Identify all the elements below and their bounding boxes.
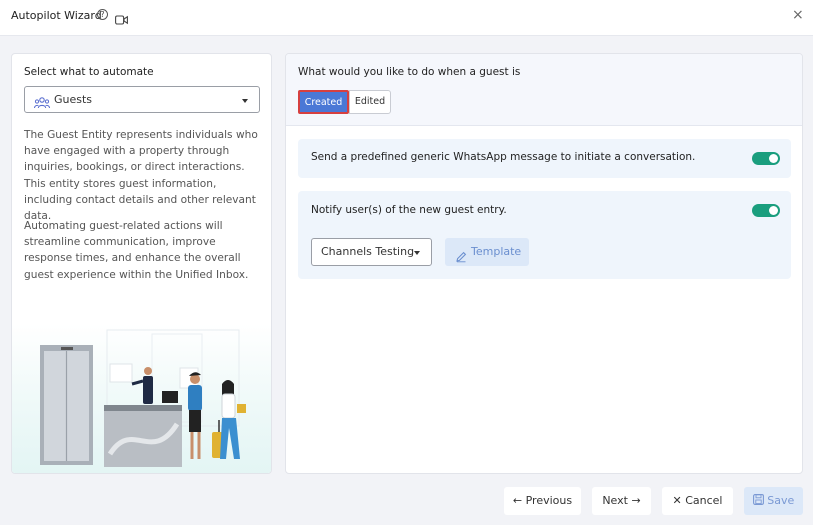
tab-created[interactable]: Created xyxy=(298,90,349,114)
hotel-reception-illustration xyxy=(12,324,271,473)
template-button-label: Template xyxy=(471,245,522,258)
save-button[interactable]: Save xyxy=(744,487,803,515)
next-button[interactable]: Next → xyxy=(592,487,651,515)
close-icon[interactable]: × xyxy=(792,8,804,22)
tab-edited[interactable]: Edited xyxy=(349,90,391,114)
whatsapp-action-panel: Send a predefined generic WhatsApp messa… xyxy=(298,139,791,178)
chevron-down-icon xyxy=(414,251,420,255)
entity-select-value: Guests xyxy=(54,93,93,106)
toggle-knob xyxy=(769,206,778,215)
entity-panel: Select what to automate Guests The Guest… xyxy=(11,53,272,474)
trigger-header: What would you like to do when a guest i… xyxy=(286,54,802,126)
wizard-header: Autopilot Wizard ? × xyxy=(0,0,813,36)
entity-select[interactable]: Guests xyxy=(24,86,260,113)
next-button-label: Next xyxy=(602,494,628,507)
save-button-label: Save xyxy=(767,494,795,507)
template-button[interactable]: Template xyxy=(445,238,529,266)
entity-description: The Guest Entity represents individuals … xyxy=(24,129,258,223)
channels-dropdown-label: Channels Testing xyxy=(321,245,415,258)
automation-description: Automating guest-related actions will st… xyxy=(24,220,249,281)
notify-action-toggle[interactable] xyxy=(752,204,780,217)
chevron-down-icon xyxy=(242,99,248,103)
channels-dropdown[interactable]: Channels Testing xyxy=(311,238,432,266)
previous-button[interactable]: ← Previous xyxy=(504,487,581,515)
help-icon[interactable]: ? xyxy=(97,9,108,20)
select-entity-label: Select what to automate xyxy=(24,66,154,78)
video-icon[interactable] xyxy=(115,10,128,29)
trigger-question: What would you like to do when a guest i… xyxy=(298,66,521,78)
close-icon: ✕ xyxy=(672,494,682,507)
previous-button-label: Previous xyxy=(525,494,573,507)
toggle-knob xyxy=(769,154,778,163)
pencil-icon xyxy=(455,246,467,274)
notify-action-text: Notify user(s) of the new guest entry. xyxy=(311,204,507,216)
save-icon xyxy=(752,488,764,516)
notify-action-panel: Notify user(s) of the new guest entry. C… xyxy=(298,191,791,279)
whatsapp-action-text: Send a predefined generic WhatsApp messa… xyxy=(311,151,696,163)
window-title: Autopilot Wizard xyxy=(11,9,102,22)
users-icon xyxy=(34,94,50,113)
arrow-left-icon: ← xyxy=(512,494,523,507)
action-panel: What would you like to do when a guest i… xyxy=(285,53,803,474)
cancel-button-label: Cancel xyxy=(685,494,723,507)
cancel-button[interactable]: ✕ Cancel xyxy=(662,487,733,515)
arrow-right-icon: → xyxy=(631,494,641,507)
whatsapp-action-toggle[interactable] xyxy=(752,152,780,165)
